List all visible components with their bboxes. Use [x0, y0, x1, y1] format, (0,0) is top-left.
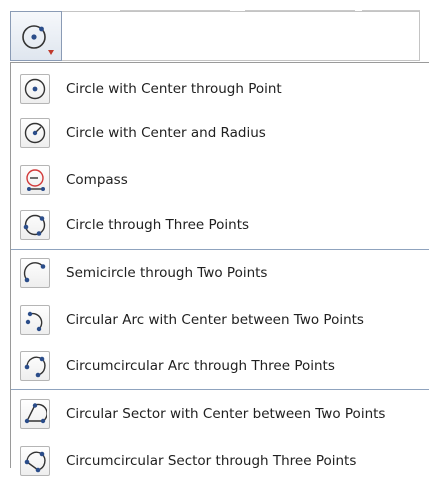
menu-item-label: Circumcircular Arc through Three Points: [66, 358, 335, 374]
menu-item-circle-center-radius[interactable]: Circle with Center and Radius: [11, 113, 429, 153]
circle-center-point-icon: [20, 74, 50, 104]
menu-separator: [11, 249, 429, 250]
menu-separator: [11, 389, 429, 390]
toolbar-input-area[interactable]: [62, 11, 420, 61]
circumcircular-arc-icon: [20, 351, 50, 381]
circle-tools-menu: Circle with Center through Point Circle …: [10, 62, 429, 476]
menu-item-circular-sector-center[interactable]: Circular Sector with Center between Two …: [11, 394, 429, 434]
semicircle-icon: [20, 258, 50, 288]
circle-center-point-icon: [22, 25, 54, 55]
menu-item-circle-center-point[interactable]: Circle with Center through Point: [11, 69, 429, 109]
menu-item-semicircle[interactable]: Semicircle through Two Points: [11, 253, 429, 293]
menu-item-circle-three-points[interactable]: Circle through Three Points: [11, 205, 429, 245]
menu-item-label: Semicircle through Two Points: [66, 265, 268, 281]
toolbar: [0, 0, 429, 62]
menu-item-label: Circular Sector with Center between Two …: [66, 406, 386, 422]
menu-item-circular-arc-center[interactable]: Circular Arc with Center between Two Poi…: [11, 300, 429, 340]
compass-icon: [20, 165, 50, 195]
menu-item-label: Compass: [66, 172, 128, 188]
dropdown-triangle-icon: [48, 50, 54, 55]
circle-tool-button[interactable]: [10, 11, 62, 61]
menu-item-circumcircular-sector[interactable]: Circumcircular Sector through Three Poin…: [11, 441, 429, 481]
menu-item-label: Circle with Center through Point: [66, 81, 282, 97]
menu-item-circumcircular-arc[interactable]: Circumcircular Arc through Three Points: [11, 346, 429, 386]
circular-arc-center-icon: [20, 305, 50, 335]
menu-item-label: Circle through Three Points: [66, 217, 250, 233]
circle-center-radius-icon: [20, 118, 50, 148]
menu-item-compass[interactable]: Compass: [11, 160, 429, 200]
circle-three-points-icon: [20, 210, 50, 240]
menu-item-label: Circumcircular Sector through Three Poin…: [66, 453, 357, 469]
menu-item-label: Circular Arc with Center between Two Poi…: [66, 312, 364, 328]
menu-item-label: Circle with Center and Radius: [66, 125, 266, 141]
circumcircular-sector-icon: [20, 446, 50, 476]
circular-sector-center-icon: [20, 399, 50, 429]
